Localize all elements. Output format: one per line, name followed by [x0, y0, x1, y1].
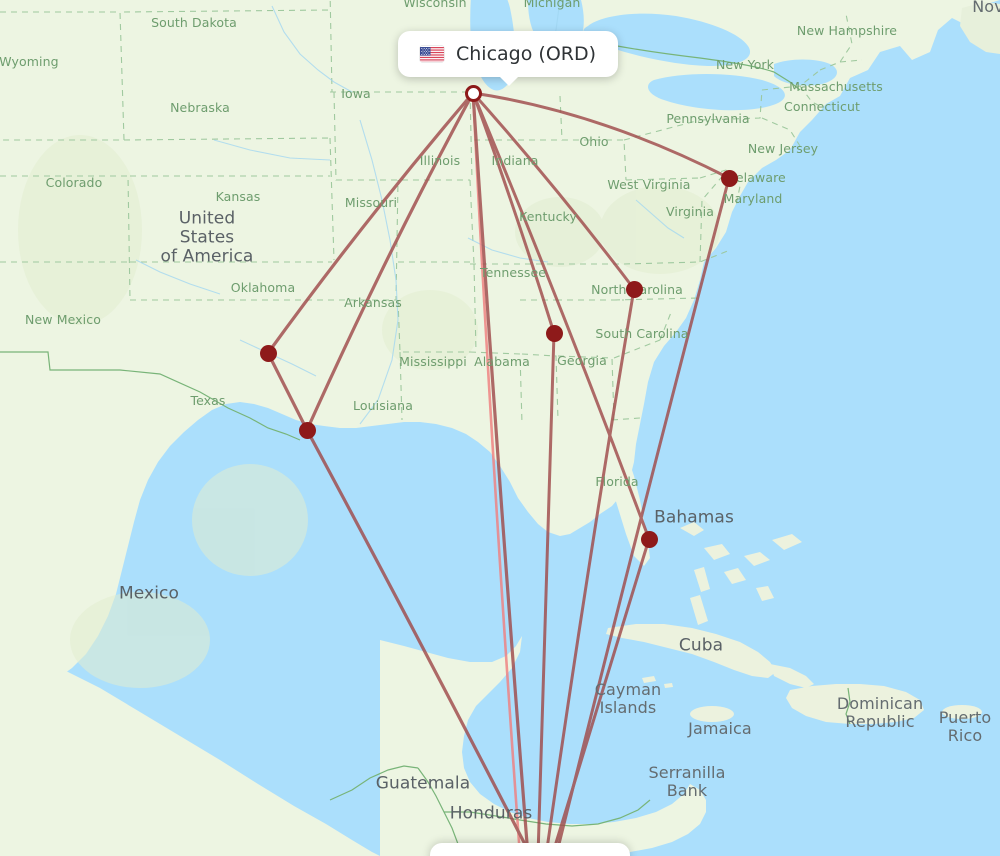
bottom-destination-tooltip[interactable] [430, 843, 630, 856]
origin-tooltip[interactable]: Chicago (ORD) [398, 31, 619, 86]
island-puerto-rico [942, 705, 982, 719]
flight-route-map[interactable]: South Dakota Wyoming Nebraska Colorado Kansa… [0, 0, 1000, 856]
destination-philadelphia[interactable] [720, 169, 738, 187]
destination-miami[interactable] [640, 530, 658, 548]
tooltip-pointer [498, 75, 520, 86]
us-flag-icon [420, 46, 444, 62]
map-canvas [0, 0, 1000, 856]
destination-charlotte[interactable] [625, 280, 643, 298]
destination-atlanta[interactable] [545, 324, 563, 342]
destination-dallas[interactable] [259, 344, 277, 362]
destination-houston[interactable] [298, 421, 316, 439]
origin-marker-ord[interactable] [464, 84, 482, 102]
island-jamaica [690, 706, 734, 722]
origin-tooltip-label: Chicago (ORD) [456, 43, 597, 65]
